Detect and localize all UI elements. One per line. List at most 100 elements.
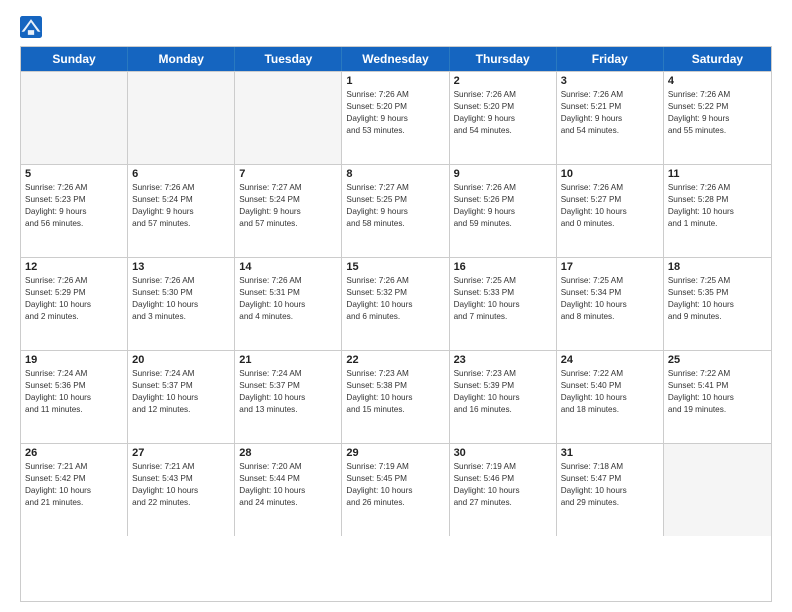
header-cell-thursday: Thursday (450, 47, 557, 71)
cell-line: Sunset: 5:37 PM (132, 380, 230, 392)
cell-line: and 7 minutes. (454, 311, 552, 323)
day-number: 11 (668, 168, 767, 180)
day-number: 15 (346, 261, 444, 273)
cell-line: and 1 minute. (668, 218, 767, 230)
day-number: 25 (668, 354, 767, 366)
cell-line: Daylight: 9 hours (132, 206, 230, 218)
cell-line: Daylight: 10 hours (561, 206, 659, 218)
cell-line: Sunset: 5:29 PM (25, 287, 123, 299)
cell-line: Sunset: 5:27 PM (561, 194, 659, 206)
cell-line: and 18 minutes. (561, 404, 659, 416)
cell-line: Sunset: 5:36 PM (25, 380, 123, 392)
cell-line: Sunset: 5:37 PM (239, 380, 337, 392)
cell-line: and 15 minutes. (346, 404, 444, 416)
page: SundayMondayTuesdayWednesdayThursdayFrid… (0, 0, 792, 612)
cell-line: Daylight: 10 hours (561, 392, 659, 404)
calendar-cell: 31Sunrise: 7:18 AMSunset: 5:47 PMDayligh… (557, 444, 664, 536)
day-number: 20 (132, 354, 230, 366)
day-number: 13 (132, 261, 230, 273)
cell-line: Sunrise: 7:25 AM (561, 275, 659, 287)
cell-line: and 57 minutes. (239, 218, 337, 230)
calendar-cell: 3Sunrise: 7:26 AMSunset: 5:21 PMDaylight… (557, 72, 664, 164)
calendar-cell: 1Sunrise: 7:26 AMSunset: 5:20 PMDaylight… (342, 72, 449, 164)
cell-line: Sunset: 5:32 PM (346, 287, 444, 299)
calendar-cell: 9Sunrise: 7:26 AMSunset: 5:26 PMDaylight… (450, 165, 557, 257)
cell-line: Daylight: 9 hours (454, 206, 552, 218)
day-number: 12 (25, 261, 123, 273)
calendar-cell: 19Sunrise: 7:24 AMSunset: 5:36 PMDayligh… (21, 351, 128, 443)
cell-line: Daylight: 10 hours (346, 392, 444, 404)
calendar-cell: 5Sunrise: 7:26 AMSunset: 5:23 PMDaylight… (21, 165, 128, 257)
cell-line: and 27 minutes. (454, 497, 552, 509)
header-cell-sunday: Sunday (21, 47, 128, 71)
calendar-cell: 11Sunrise: 7:26 AMSunset: 5:28 PMDayligh… (664, 165, 771, 257)
calendar-cell (128, 72, 235, 164)
day-number: 4 (668, 75, 767, 87)
cell-line: Sunset: 5:28 PM (668, 194, 767, 206)
calendar-row-0: 1Sunrise: 7:26 AMSunset: 5:20 PMDaylight… (21, 71, 771, 164)
cell-line: Sunset: 5:39 PM (454, 380, 552, 392)
calendar-cell (21, 72, 128, 164)
calendar-row-1: 5Sunrise: 7:26 AMSunset: 5:23 PMDaylight… (21, 164, 771, 257)
cell-line: Sunrise: 7:26 AM (132, 275, 230, 287)
day-number: 3 (561, 75, 659, 87)
cell-line: Sunset: 5:30 PM (132, 287, 230, 299)
cell-line: and 54 minutes. (454, 125, 552, 137)
cell-line: Sunrise: 7:22 AM (561, 368, 659, 380)
cell-line: Daylight: 9 hours (25, 206, 123, 218)
cell-line: and 58 minutes. (346, 218, 444, 230)
cell-line: and 26 minutes. (346, 497, 444, 509)
cell-line: Sunset: 5:42 PM (25, 473, 123, 485)
cell-line: and 29 minutes. (561, 497, 659, 509)
day-number: 23 (454, 354, 552, 366)
day-number: 28 (239, 447, 337, 459)
cell-line: Sunset: 5:40 PM (561, 380, 659, 392)
calendar-cell: 17Sunrise: 7:25 AMSunset: 5:34 PMDayligh… (557, 258, 664, 350)
header-cell-tuesday: Tuesday (235, 47, 342, 71)
header-cell-wednesday: Wednesday (342, 47, 449, 71)
calendar-cell: 7Sunrise: 7:27 AMSunset: 5:24 PMDaylight… (235, 165, 342, 257)
cell-line: Daylight: 10 hours (668, 206, 767, 218)
cell-line: Sunrise: 7:22 AM (668, 368, 767, 380)
cell-line: and 2 minutes. (25, 311, 123, 323)
cell-line: and 0 minutes. (561, 218, 659, 230)
cell-line: Sunrise: 7:20 AM (239, 461, 337, 473)
cell-line: Sunrise: 7:26 AM (454, 89, 552, 101)
cell-line: Daylight: 10 hours (668, 392, 767, 404)
day-number: 31 (561, 447, 659, 459)
cell-line: Sunrise: 7:26 AM (561, 182, 659, 194)
cell-line: Sunrise: 7:24 AM (239, 368, 337, 380)
cell-line: Daylight: 10 hours (346, 485, 444, 497)
calendar-cell: 10Sunrise: 7:26 AMSunset: 5:27 PMDayligh… (557, 165, 664, 257)
cell-line: Sunset: 5:23 PM (25, 194, 123, 206)
cell-line: Sunrise: 7:27 AM (239, 182, 337, 194)
cell-line: and 56 minutes. (25, 218, 123, 230)
cell-line: Sunrise: 7:19 AM (346, 461, 444, 473)
cell-line: Sunrise: 7:18 AM (561, 461, 659, 473)
cell-line: Sunrise: 7:19 AM (454, 461, 552, 473)
cell-line: Sunset: 5:24 PM (132, 194, 230, 206)
day-number: 1 (346, 75, 444, 87)
cell-line: Sunset: 5:38 PM (346, 380, 444, 392)
cell-line: Sunrise: 7:26 AM (346, 89, 444, 101)
cell-line: Sunrise: 7:23 AM (346, 368, 444, 380)
cell-line: and 13 minutes. (239, 404, 337, 416)
calendar-cell: 27Sunrise: 7:21 AMSunset: 5:43 PMDayligh… (128, 444, 235, 536)
day-number: 22 (346, 354, 444, 366)
cell-line: Sunrise: 7:24 AM (25, 368, 123, 380)
cell-line: Daylight: 10 hours (132, 485, 230, 497)
day-number: 7 (239, 168, 337, 180)
calendar-cell: 20Sunrise: 7:24 AMSunset: 5:37 PMDayligh… (128, 351, 235, 443)
cell-line: Daylight: 9 hours (668, 113, 767, 125)
cell-line: and 21 minutes. (25, 497, 123, 509)
cell-line: and 8 minutes. (561, 311, 659, 323)
cell-line: Sunrise: 7:27 AM (346, 182, 444, 194)
logo-icon (20, 16, 42, 38)
cell-line: and 19 minutes. (668, 404, 767, 416)
cell-line: and 4 minutes. (239, 311, 337, 323)
cell-line: Daylight: 10 hours (132, 392, 230, 404)
day-number: 16 (454, 261, 552, 273)
calendar-cell: 12Sunrise: 7:26 AMSunset: 5:29 PMDayligh… (21, 258, 128, 350)
calendar-cell: 26Sunrise: 7:21 AMSunset: 5:42 PMDayligh… (21, 444, 128, 536)
calendar-body: 1Sunrise: 7:26 AMSunset: 5:20 PMDaylight… (21, 71, 771, 536)
